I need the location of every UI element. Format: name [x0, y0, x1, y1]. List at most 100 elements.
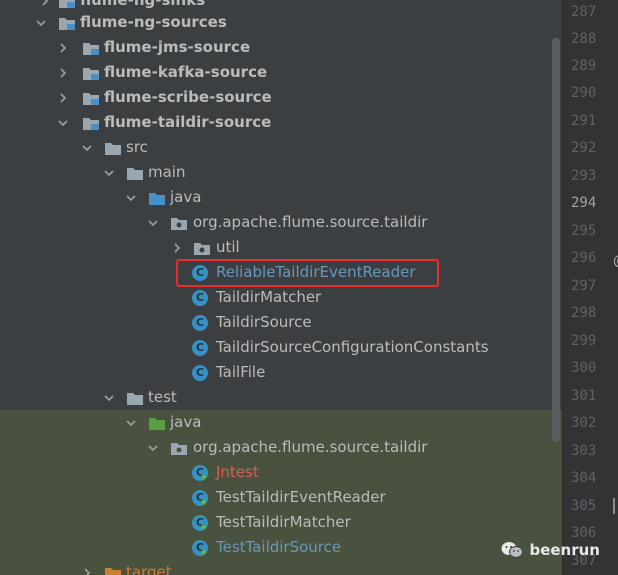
test-class-icon: C	[192, 540, 208, 556]
module-folder-icon	[82, 41, 100, 56]
line-number: 305	[571, 498, 597, 514]
tree-row-module[interactable]: flume-scribe-source	[0, 85, 562, 110]
tree-label: TestTaildirEventReader	[216, 488, 386, 506]
class-icon: C	[192, 290, 208, 306]
tree-label: flume-ng-sources	[80, 13, 227, 31]
tree-label: org.apache.flume.source.taildir	[193, 213, 428, 231]
tree-label: TaildirMatcher	[216, 288, 322, 306]
line-number: 295	[571, 223, 597, 239]
line-number: 300	[571, 360, 597, 376]
tree-label: flume-scribe-source	[104, 88, 272, 106]
test-class-icon: C	[192, 465, 208, 481]
chevron-right-icon[interactable]	[56, 60, 70, 85]
tree-row-class[interactable]: C TaildirSourceConfigurationConstants	[0, 335, 562, 360]
tree-label: TestTaildirSource	[216, 538, 342, 556]
tree-label: Jntest	[216, 463, 259, 481]
tree-row-class[interactable]: C TaildirSource	[0, 310, 562, 335]
line-number: 290	[571, 85, 597, 101]
tree-row-java-test[interactable]: java	[0, 410, 562, 435]
source-folder-icon	[148, 191, 166, 206]
highlight-box	[176, 259, 439, 287]
line-number: 288	[571, 31, 597, 47]
excluded-folder-icon	[104, 566, 122, 575]
module-folder-icon	[82, 66, 100, 81]
chevron-down-icon[interactable]	[102, 385, 116, 410]
module-folder-icon	[82, 91, 100, 106]
tree-row-class[interactable]: C TailFile	[0, 360, 562, 385]
chevron-right-icon[interactable]	[56, 85, 70, 110]
tree-label: org.apache.flume.source.taildir	[193, 438, 428, 456]
chevron-right-icon[interactable]	[170, 235, 184, 260]
chevron-down-icon[interactable]	[80, 135, 94, 160]
tree-row-test-class[interactable]: C TestTaildirSource	[0, 535, 562, 560]
tree-row-package[interactable]: org.apache.flume.source.taildir	[0, 435, 562, 460]
package-icon	[170, 216, 188, 231]
tree-row-target[interactable]: target	[0, 560, 562, 575]
module-folder-icon	[82, 116, 100, 131]
class-icon: C	[192, 315, 208, 331]
tree-label: main	[148, 163, 186, 181]
line-number: 301	[571, 388, 597, 404]
folder-icon	[126, 391, 144, 406]
watermark-text: beenrun	[529, 541, 600, 559]
chevron-down-icon[interactable]	[102, 160, 116, 185]
tree-label: src	[126, 138, 148, 156]
tree-label: target	[126, 563, 172, 575]
tree-label: flume-jms-source	[104, 38, 251, 56]
vertical-scrollbar[interactable]	[552, 38, 560, 442]
tree-label: java	[170, 413, 202, 431]
tree-row-module[interactable]: flume-kafka-source	[0, 60, 562, 85]
tree-label: flume-taildir-source	[104, 113, 272, 131]
tree-row-main[interactable]: main	[0, 160, 562, 185]
tree-row-java-main[interactable]: java	[0, 185, 562, 210]
test-class-icon: C	[192, 490, 208, 506]
tree-row-test-class[interactable]: C TestTaildirEventReader	[0, 485, 562, 510]
tree-row-module[interactable]: flume-jms-source	[0, 35, 562, 60]
package-icon	[170, 441, 188, 456]
test-class-icon: C	[192, 515, 208, 531]
tree-row-package[interactable]: org.apache.flume.source.taildir	[0, 210, 562, 235]
tree-row-util[interactable]: util	[0, 235, 562, 260]
folder-icon	[104, 141, 122, 156]
watermark: beenrun	[501, 539, 600, 561]
project-tree[interactable]: flume-ng-sinks flume-ng-sources flume-jm…	[0, 0, 562, 575]
tree-label: TaildirSource	[216, 313, 312, 331]
editor-gutter: 287 288 289 290 291 292 293 294 295 296 …	[562, 0, 618, 575]
chevron-down-icon[interactable]	[56, 110, 70, 135]
tree-row-test-class[interactable]: C TestTaildirMatcher	[0, 510, 562, 535]
line-number: 302	[571, 415, 597, 431]
line-number: 293	[571, 168, 597, 184]
line-number: 289	[571, 58, 597, 74]
tree-label: java	[170, 188, 202, 206]
tree-row-flume-ng-sources[interactable]: flume-ng-sources	[0, 10, 562, 35]
annotation-gutter-icon[interactable]: @	[613, 253, 618, 269]
package-icon	[193, 241, 211, 256]
tree-label: TestTaildirMatcher	[216, 513, 351, 531]
chevron-down-icon[interactable]	[146, 435, 160, 460]
tree-label: flume-kafka-source	[104, 63, 268, 81]
wechat-logo-icon	[501, 542, 524, 558]
chevron-down-icon[interactable]	[146, 210, 160, 235]
module-folder-icon	[58, 0, 76, 9]
tree-row-class[interactable]: C TaildirMatcher	[0, 285, 562, 310]
line-number: 298	[571, 305, 597, 321]
tree-row-src[interactable]: src	[0, 135, 562, 160]
chevron-down-icon[interactable]	[124, 185, 138, 210]
tree-label: TailFile	[216, 363, 266, 381]
line-number: 297	[571, 278, 597, 294]
line-number: 296	[571, 250, 597, 266]
tree-row-test[interactable]: test	[0, 385, 562, 410]
tree-label: test	[148, 388, 177, 406]
class-icon: C	[192, 365, 208, 381]
chevron-right-icon[interactable]	[80, 560, 94, 575]
line-number: 292	[571, 140, 597, 156]
fold-marker-icon[interactable]	[613, 498, 617, 514]
chevron-down-icon[interactable]	[124, 410, 138, 435]
tree-label: util	[216, 238, 240, 256]
chevron-right-icon[interactable]	[56, 35, 70, 60]
tree-label: TaildirSourceConfigurationConstants	[216, 338, 489, 356]
tree-row-test-class[interactable]: C Jntest	[0, 460, 562, 485]
module-folder-icon	[58, 16, 76, 31]
tree-row-module[interactable]: flume-taildir-source	[0, 110, 562, 135]
chevron-down-icon[interactable]	[34, 10, 48, 35]
